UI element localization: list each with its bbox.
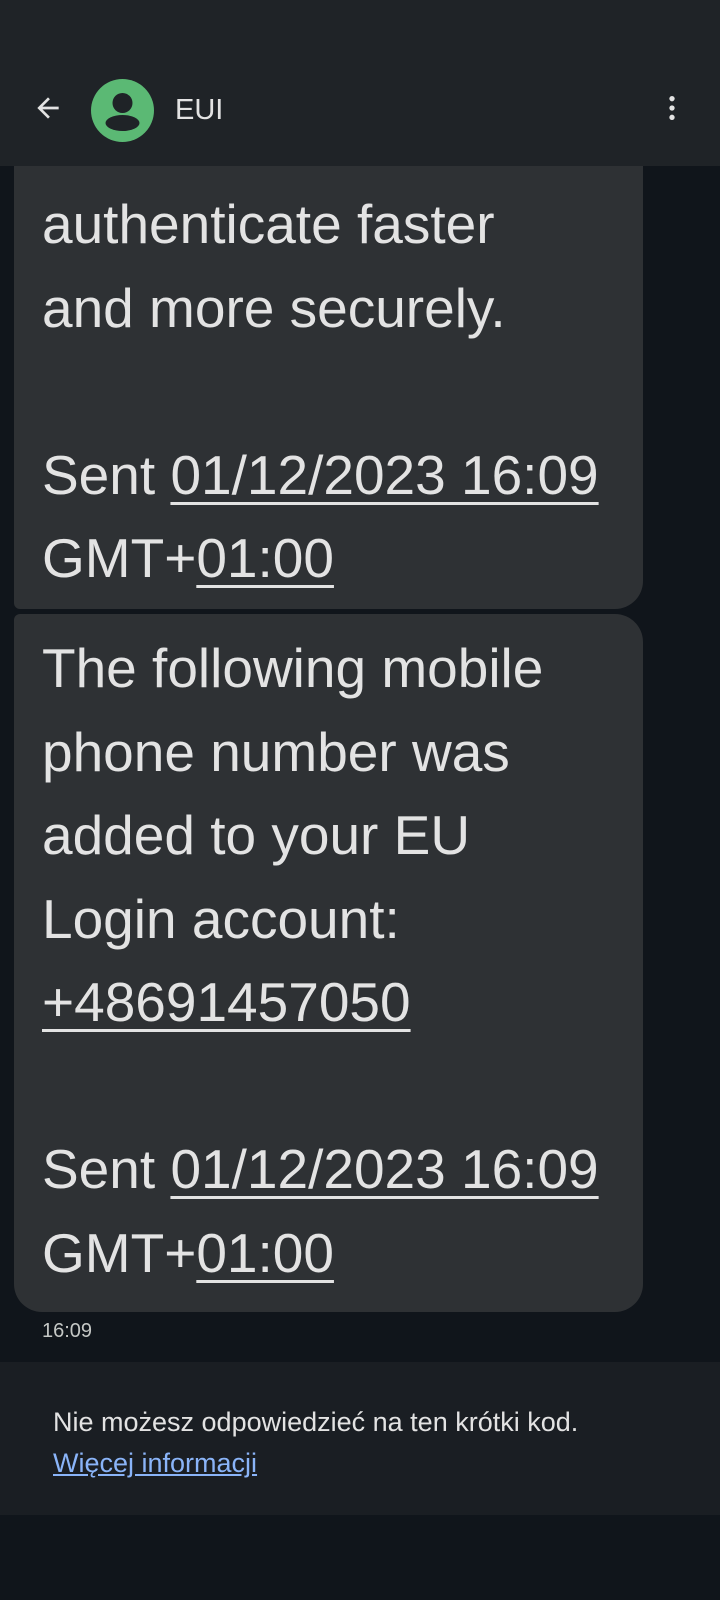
contact-name[interactable]: EUI [175, 90, 223, 130]
more-vert-icon [669, 96, 675, 120]
more-info-link[interactable]: Więcej informacji [53, 1443, 257, 1483]
message-line-blank [42, 350, 615, 434]
reply-disabled-notice: Nie możesz odpowiedzieć na ten krótki ko… [53, 1407, 579, 1437]
message-line: +48691457050 [42, 961, 615, 1045]
message-line: Login account: [42, 887, 400, 950]
message-timestamp: 16:09 [42, 1320, 93, 1342]
message-bubble[interactable]: The following mobile phone number was ad… [14, 614, 643, 1312]
message-line: authenticate faster [42, 193, 495, 255]
more-options-button[interactable] [648, 84, 696, 132]
message-line: The following mobile [42, 637, 544, 699]
message-line: Sent 01/12/2023 16:09 [42, 434, 615, 518]
date-link[interactable]: 01/12/2023 16:09 [170, 1138, 598, 1200]
status-bar [0, 0, 720, 50]
message-line-blank [42, 1045, 615, 1129]
sent-label: Sent [42, 1138, 171, 1200]
message-line: phone number was [42, 720, 510, 783]
message-bubble[interactable]: authenticate faster and more securely. S… [14, 164, 643, 609]
phone-number-link[interactable]: +48691457050 [42, 971, 411, 1033]
messages-screen: EUI authenticate faster and more securel… [0, 0, 720, 1600]
conversation-header: EUI [0, 50, 720, 166]
date-link[interactable]: 01/12/2023 16:09 [170, 444, 598, 506]
message-line: added to your EU [42, 804, 471, 866]
timezone-label: GMT+ [42, 1221, 197, 1284]
arrow-back-icon [37, 97, 59, 119]
timezone-label: GMT+ [42, 527, 197, 589]
sent-label: Sent [42, 443, 171, 506]
message-line: and more securely. [42, 276, 506, 339]
message-line: GMT+01:00 [42, 517, 615, 601]
reply-disabled-banner: Nie możesz odpowiedzieć na ten krótki ko… [0, 1362, 720, 1515]
contact-avatar[interactable] [91, 79, 154, 142]
person-icon [105, 93, 140, 131]
message-line: Sent 01/12/2023 16:09 [42, 1128, 615, 1212]
back-button[interactable] [24, 84, 72, 132]
time-link[interactable]: 01:00 [196, 527, 334, 589]
time-link[interactable]: 01:00 [196, 1222, 334, 1284]
message-line: GMT+01:00 [42, 1212, 615, 1296]
